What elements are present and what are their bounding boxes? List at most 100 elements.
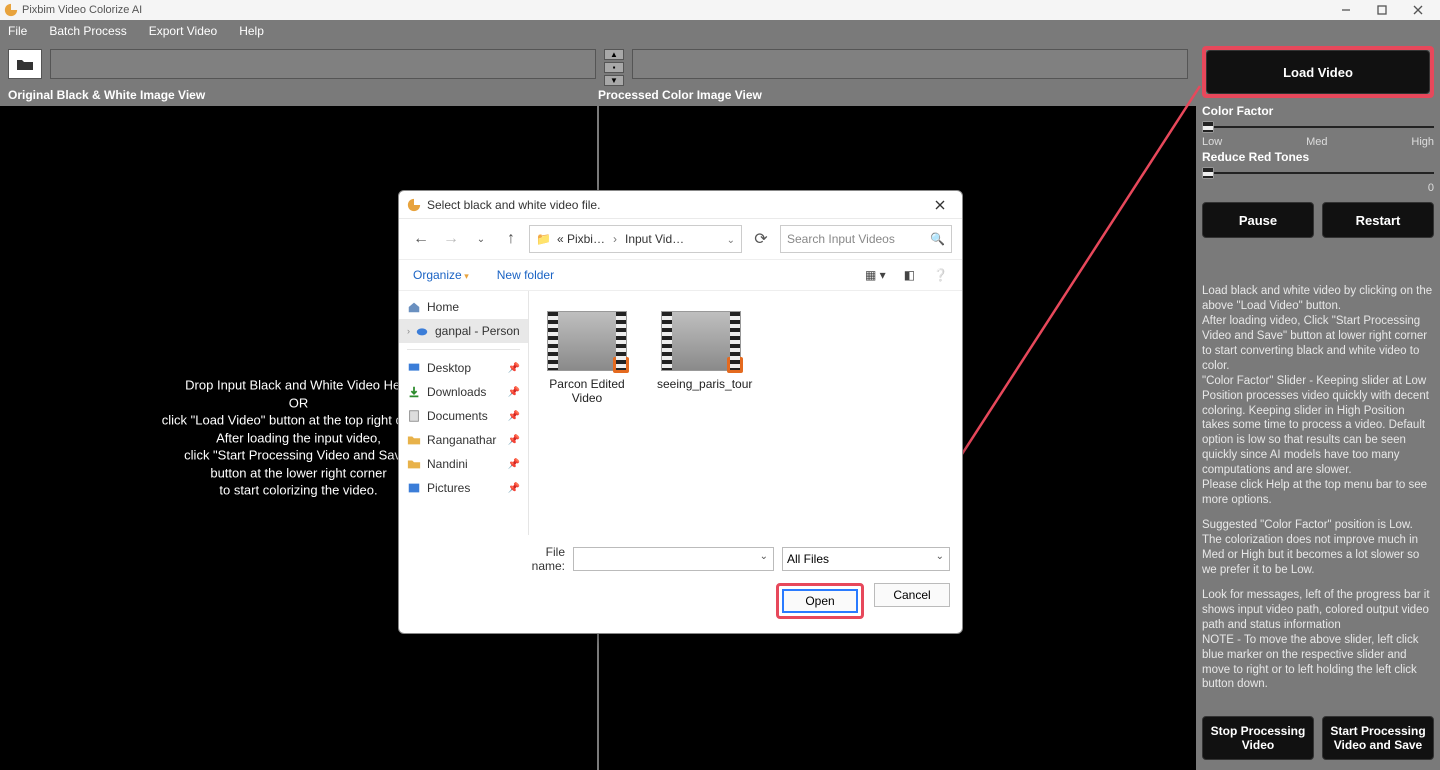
file-open-dialog: Select black and white video file. ← → ⌄… [398,190,963,634]
file-item[interactable]: ▶ seeing_paris_tour [657,311,745,391]
sidebar-item-label: Desktop [427,361,471,375]
file-name: seeing_paris_tour [657,377,745,391]
dialog-sidebar: Home ›ganpal - Person Desktop 📌 Downloads… [399,291,529,535]
sidebar-item-label: Home [427,300,459,314]
info-line: "Color Factor" Slider - Keeping slider a… [1202,375,1429,477]
crumb-segment[interactable]: « Pixbi… [557,232,605,246]
filename-input[interactable] [573,547,774,571]
cf-med-label: Med [1306,136,1327,148]
open-button[interactable]: Open [782,589,858,613]
step-up-icon[interactable]: ▲ [604,49,624,60]
step-down-icon[interactable]: ▼ [604,75,624,86]
open-button-highlight: Open [776,583,864,619]
sidebar-item-label: Nandini [427,457,468,471]
filetype-value: All Files [787,552,829,566]
stop-processing-button[interactable]: Stop Processing Video [1202,716,1314,760]
reduce-red-slider[interactable] [1202,164,1434,182]
help-button[interactable]: ❔ [933,268,948,282]
input-path-field[interactable] [50,49,596,79]
dialog-logo-icon [407,198,421,212]
cf-high-label: High [1411,136,1434,148]
desktop-icon [407,361,421,375]
sidebar-documents[interactable]: Documents 📌 [399,404,528,428]
crumb-segment[interactable]: Input Vid… [625,232,684,246]
video-thumbnail: ▶ [547,311,627,371]
sidebar-downloads[interactable]: Downloads 📌 [399,380,528,404]
search-input[interactable]: Search Input Videos 🔍 [780,225,952,253]
breadcrumb[interactable]: 📁 « Pixbi… Input Vid… [529,225,742,253]
maximize-button[interactable] [1364,0,1400,20]
step-mid-icon[interactable]: ▪ [604,62,624,73]
play-badge-icon: ▶ [727,357,743,373]
sidebar-desktop[interactable]: Desktop 📌 [399,356,528,380]
file-list[interactable]: ▶ Parcon Edited Video ▶ seeing_paris_tou… [529,291,962,535]
output-path-field[interactable] [632,49,1188,79]
dialog-close-button[interactable] [926,191,954,219]
cloud-icon [415,324,429,338]
pin-icon: 📌 [508,363,520,374]
pin-icon: 📌 [508,387,520,398]
close-icon [935,200,945,210]
sidebar-ranganathar[interactable]: Ranganathar 📌 [399,428,528,452]
sidebar-nandini[interactable]: Nandini📌 [399,452,528,476]
info-line: Look for messages, left of the progress … [1202,589,1430,631]
nav-forward-button[interactable]: → [439,227,463,251]
view-mode-button[interactable]: ▦ ▾ [865,268,886,282]
refresh-button[interactable]: ⟳ [748,226,774,252]
new-folder-button[interactable]: New folder [497,268,554,282]
color-factor-slider[interactable] [1202,118,1434,136]
cancel-button[interactable]: Cancel [874,583,950,607]
preview-pane-button[interactable]: ◧ [904,268,915,282]
filename-label: File name: [509,545,565,573]
document-icon [407,409,421,423]
filetype-select[interactable]: All Files [782,547,950,571]
menu-export-video[interactable]: Export Video [145,22,222,40]
open-folder-button[interactable] [8,49,42,79]
window-titlebar: Pixbim Video Colorize AI [0,0,1440,20]
play-badge-icon: ▶ [613,357,629,373]
frame-stepper[interactable]: ▲ ▪ ▼ [604,49,624,79]
nav-recent-button[interactable]: ⌄ [469,227,493,251]
pin-icon: 📌 [508,411,520,422]
menu-file[interactable]: File [4,22,31,40]
nav-up-button[interactable]: ↑ [499,227,523,251]
info-text: Load black and white video by clicking o… [1202,284,1434,702]
app-logo-icon [4,3,18,17]
sidebar-item-label: Ranganathar [427,433,496,447]
sidebar-personal[interactable]: ›ganpal - Person [399,319,528,343]
sidebar-item-label: Downloads [427,385,486,399]
dialog-titlebar: Select black and white video file. [399,191,962,219]
pin-icon: 📌 [508,435,520,446]
dialog-footer: File name: All Files Open Cancel [399,535,962,633]
home-icon [407,300,421,314]
dialog-title: Select black and white video file. [427,198,600,212]
download-icon [407,385,421,399]
start-processing-button[interactable]: Start Processing Video and Save [1322,716,1434,760]
search-icon: 🔍 [930,232,945,246]
crumb-dropdown-icon[interactable] [725,232,735,246]
search-placeholder: Search Input Videos [787,232,895,246]
info-line: Load black and white video by clicking o… [1202,285,1432,312]
sidebar-pictures[interactable]: Pictures📌 [399,476,528,500]
load-video-button[interactable]: Load Video [1206,50,1430,94]
sidebar-home[interactable]: Home [399,295,528,319]
info-line: After loading video, Click "Start Proces… [1202,315,1427,372]
folder-icon [407,457,421,471]
app-title: Pixbim Video Colorize AI [22,4,142,16]
pin-icon: 📌 [508,483,520,494]
menu-batch-process[interactable]: Batch Process [45,22,130,40]
pictures-icon [407,481,421,495]
file-item[interactable]: ▶ Parcon Edited Video [543,311,631,405]
sidebar-item-label: Documents [427,409,488,423]
close-button[interactable] [1400,0,1436,20]
top-strip: ▲ ▪ ▼ [0,42,1196,86]
pause-button[interactable]: Pause [1202,202,1314,238]
info-line: NOTE - To move the above slider, left cl… [1202,634,1418,691]
info-line: Please click Help at the top menu bar to… [1202,479,1427,506]
organize-menu[interactable]: Organize [413,268,469,282]
restart-button[interactable]: Restart [1322,202,1434,238]
minimize-button[interactable] [1328,0,1364,20]
menu-help[interactable]: Help [235,22,268,40]
menubar: File Batch Process Export Video Help [0,20,1440,42]
nav-back-button[interactable]: ← [409,227,433,251]
